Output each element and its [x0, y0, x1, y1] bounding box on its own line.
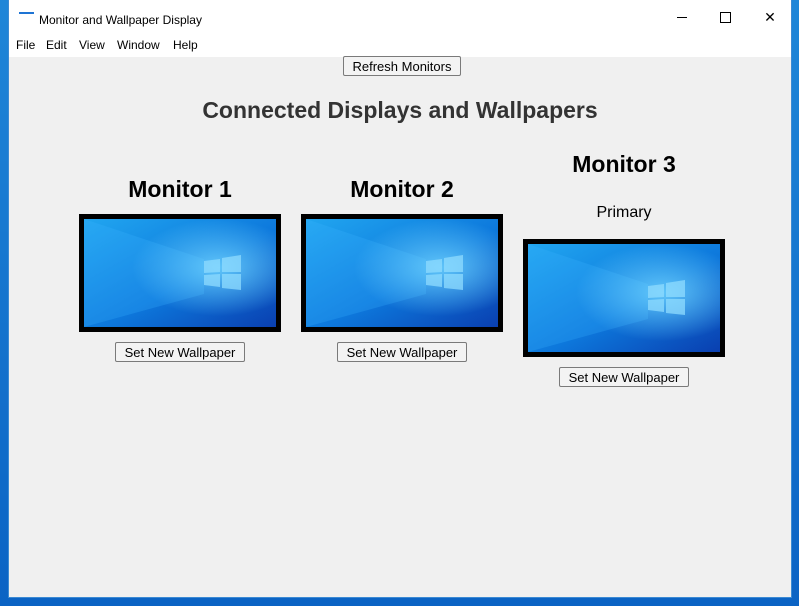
- monitor-2-set-wallpaper-button[interactable]: Set New Wallpaper: [337, 342, 467, 362]
- app-window: Monitor and Wallpaper Display ✕ File Edi…: [8, 0, 792, 598]
- menu-bar: File Edit View Window Help: [9, 35, 791, 57]
- monitor-1-wallpaper-preview: [79, 214, 281, 332]
- maximize-button[interactable]: [702, 0, 748, 35]
- windows-wallpaper-image: [306, 219, 498, 327]
- monitor-1-set-wallpaper-button[interactable]: Set New Wallpaper: [115, 342, 245, 362]
- title-bar[interactable]: Monitor and Wallpaper Display ✕: [9, 0, 791, 35]
- menu-file[interactable]: File: [16, 38, 35, 52]
- monitor-3-title: Monitor 3: [572, 151, 676, 177]
- app-icon: [19, 12, 34, 14]
- monitor-2-wallpaper-preview: [301, 214, 503, 332]
- monitor-2-title: Monitor 2: [350, 176, 454, 202]
- windows-wallpaper-image: [84, 219, 276, 327]
- minimize-icon: [677, 17, 687, 18]
- close-icon: ✕: [764, 9, 776, 25]
- menu-help[interactable]: Help: [173, 38, 198, 52]
- menu-view[interactable]: View: [79, 38, 105, 52]
- windows-wallpaper-image: [528, 244, 720, 352]
- maximize-icon: [719, 12, 731, 23]
- page-title: Connected Displays and Wallpapers: [202, 97, 598, 123]
- minimize-button[interactable]: [659, 0, 705, 35]
- monitor-3-wallpaper-preview: [523, 239, 725, 357]
- primary-status-label: Primary: [596, 204, 652, 221]
- menu-edit[interactable]: Edit: [46, 38, 67, 52]
- close-button[interactable]: ✕: [747, 0, 793, 35]
- menu-window[interactable]: Window: [117, 38, 160, 52]
- refresh-monitors-button[interactable]: Refresh Monitors: [343, 56, 461, 76]
- monitor-3-set-wallpaper-button[interactable]: Set New Wallpaper: [559, 367, 689, 387]
- window-title: Monitor and Wallpaper Display: [39, 13, 202, 27]
- monitor-1-title: Monitor 1: [128, 176, 232, 202]
